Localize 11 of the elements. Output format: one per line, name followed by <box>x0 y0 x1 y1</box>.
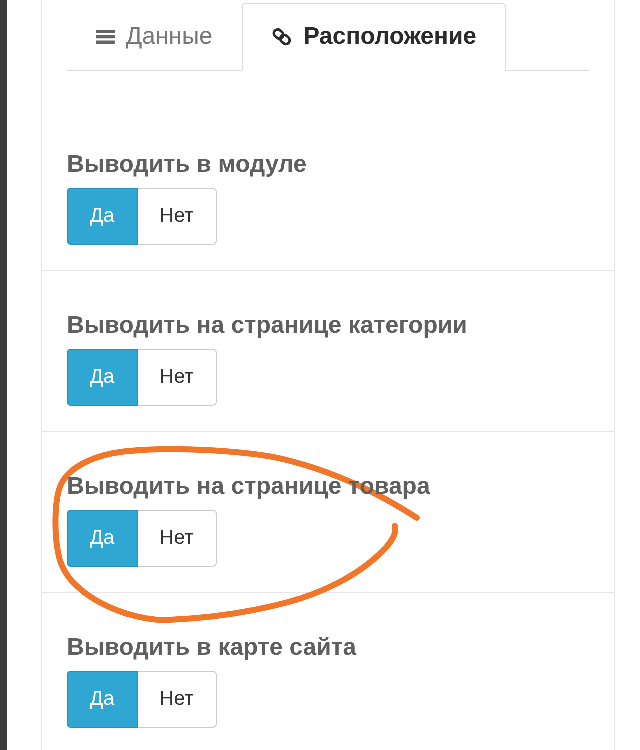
setting-label: Выводить в карте сайта <box>67 634 357 662</box>
link-icon <box>270 27 293 47</box>
toggle-option[interactable]: Нет <box>138 510 217 567</box>
menu-icon <box>96 30 115 44</box>
setting-label: Выводить на странице категории <box>67 312 468 340</box>
toggle-option[interactable]: Нет <box>138 188 217 245</box>
tab[interactable]: Расположение <box>242 3 506 71</box>
toggle-option[interactable]: Нет <box>138 671 217 728</box>
toggle-option[interactable]: Нет <box>138 349 217 406</box>
tab[interactable]: Данные <box>67 3 242 71</box>
setting-label: Выводить в модуле <box>67 151 307 179</box>
